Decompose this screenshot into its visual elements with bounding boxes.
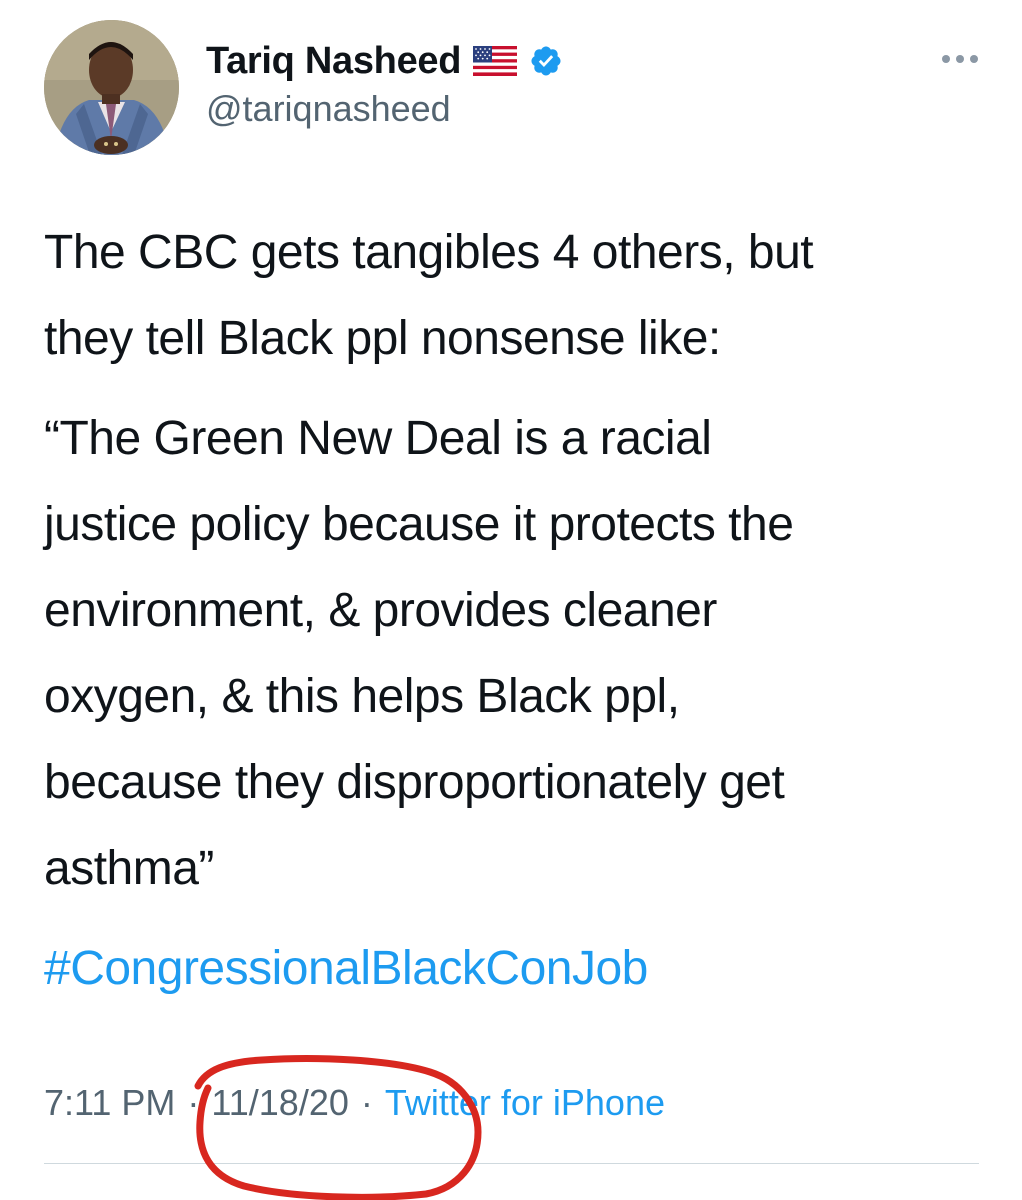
tweet-line: “The Green New Deal is a racial xyxy=(44,412,712,465)
user-handle[interactable]: @tariqnasheed xyxy=(206,88,451,130)
name-row: Tariq Nasheed xyxy=(206,37,563,85)
more-options-icon[interactable] xyxy=(932,44,988,74)
tweet-line: asthma” xyxy=(44,842,214,895)
more-dot xyxy=(942,55,950,63)
tweet-source-link[interactable]: Twitter for iPhone xyxy=(385,1082,665,1124)
meta-separator: · xyxy=(360,1082,373,1123)
display-name[interactable]: Tariq Nasheed xyxy=(206,40,461,83)
tweet-line: because they disproportionately get xyxy=(44,756,785,809)
tweet-line: oxygen, & this helps Black ppl, xyxy=(44,670,680,723)
tweet-header: Tariq Nasheed @tariqnasheed xyxy=(44,20,994,160)
tweet-meta: 7:11 PM · 11/18/20 · Twitter for iPhone xyxy=(44,1082,665,1124)
tweet-line: they tell Black ppl nonsense like: xyxy=(44,312,721,365)
tweet-time[interactable]: 7:11 PM xyxy=(44,1082,175,1124)
more-dot xyxy=(956,55,964,63)
verified-badge-icon xyxy=(531,46,561,76)
tweet-line: The CBC gets tangibles 4 others, but xyxy=(44,226,814,279)
tweet-line: environment, & provides cleaner xyxy=(44,584,717,637)
divider xyxy=(44,1163,979,1164)
tweet-line: justice policy because it protects the xyxy=(44,498,794,551)
avatar-image xyxy=(44,20,179,155)
avatar[interactable] xyxy=(44,20,179,155)
hashtag-link[interactable]: #CongressionalBlackConJob xyxy=(44,926,994,1012)
meta-separator: · xyxy=(187,1082,200,1123)
tweet-date[interactable]: 11/18/20 xyxy=(211,1082,348,1124)
tweet-text: The CBC gets tangibles 4 others, but the… xyxy=(44,210,994,1012)
us-flag-icon xyxy=(473,46,518,76)
more-dot xyxy=(970,55,978,63)
